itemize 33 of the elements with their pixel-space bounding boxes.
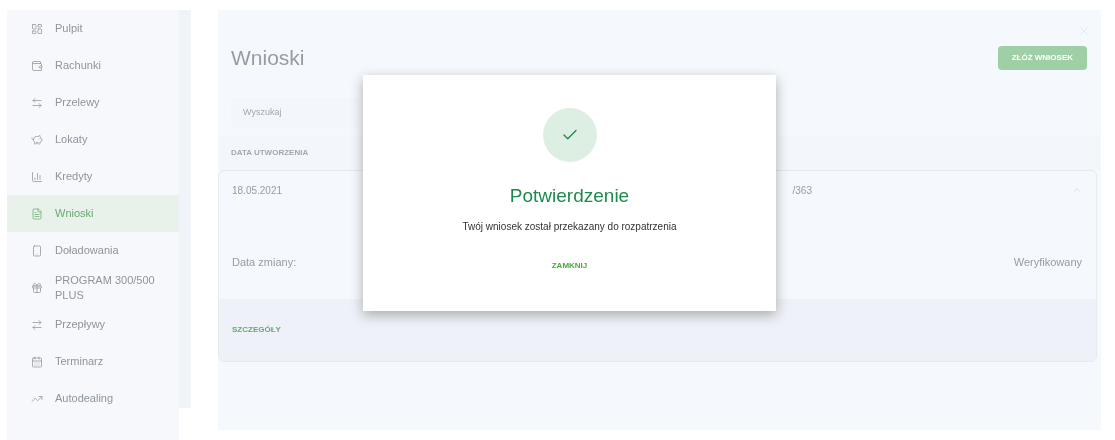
table-cell-text: 18.05.2021	[232, 183, 283, 198]
status-text: Weryfikowany	[1013, 254, 1082, 270]
page-title: Wnioski	[231, 45, 305, 72]
phone-icon	[31, 244, 43, 257]
success-icon	[542, 108, 597, 162]
arrows-icon	[31, 96, 43, 109]
bar-chart-icon	[31, 170, 43, 183]
sidebar-item[interactable]: Przepływy	[7, 306, 179, 343]
sidebar-item[interactable]: Doładowania	[7, 232, 179, 269]
dashboard-icon	[31, 22, 43, 35]
column-header: DATA UTWORZENIA	[231, 146, 309, 159]
gift-icon	[31, 281, 43, 294]
close-button[interactable]: ZAMKNIJ	[543, 255, 596, 276]
sidebar-item[interactable]: Kredyty	[7, 158, 179, 195]
sidebar-item[interactable]: Terminarz	[7, 343, 179, 380]
piggy-bank-icon	[31, 133, 43, 146]
change-date-label: Data zmiany:	[232, 254, 297, 270]
wallet-icon	[31, 59, 43, 72]
sidebar-item[interactable]: Autodealing	[7, 380, 179, 417]
calendar-icon	[31, 355, 43, 368]
sidebar-item[interactable]: Rachunki	[7, 47, 179, 84]
dialog-message: Twój wniosek został przekazany do rozpatrzenia	[462, 219, 677, 234]
sidebar-item[interactable]: Lokaty	[7, 121, 179, 158]
sidebar-item[interactable]: Pulpit	[7, 10, 179, 47]
sidebar-item[interactable]: Przelewy	[7, 84, 179, 121]
submit-button[interactable]: ZŁÓŻ WNIOSEK	[997, 46, 1087, 70]
sidebar-item[interactable]: Wnioski	[7, 195, 179, 232]
sidebar-item[interactable]: PROGRAM 300/500 PLUS	[7, 269, 179, 306]
document-icon	[31, 207, 43, 220]
arrows-icon	[31, 318, 43, 331]
details-link[interactable]: SZCZEGÓŁY	[232, 324, 281, 336]
dialog-title: Potwierdzenie	[509, 184, 630, 208]
table-cell-text: /363	[792, 183, 812, 198]
